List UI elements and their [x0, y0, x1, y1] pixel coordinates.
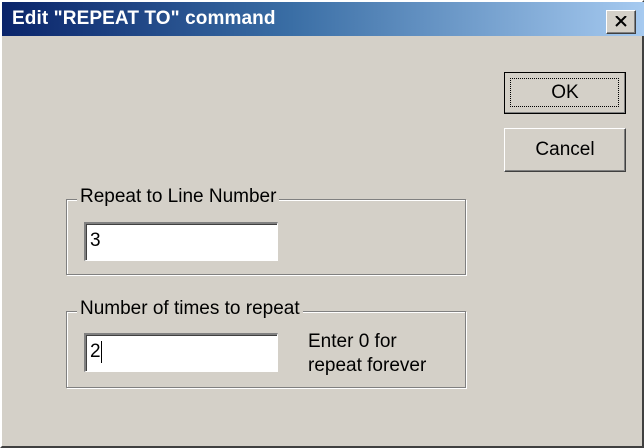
- repeat-line-label: Repeat to Line Number: [77, 186, 280, 208]
- edit-repeat-to-dialog: Edit "REPEAT TO" command OK Cancel Repea…: [0, 0, 644, 448]
- repeat-line-input[interactable]: 3: [84, 222, 278, 261]
- text-caret: [100, 341, 102, 363]
- cancel-button[interactable]: Cancel: [504, 128, 626, 172]
- repeat-times-label: Number of times to repeat: [77, 298, 303, 320]
- ok-button[interactable]: OK: [504, 72, 626, 114]
- dialog-title: Edit "REPEAT TO" command: [12, 8, 276, 29]
- repeat-times-value: 2: [90, 341, 101, 362]
- close-icon: [615, 16, 627, 27]
- repeat-line-value: 3: [90, 230, 101, 251]
- repeat-hint: Enter 0 for repeat forever: [308, 330, 458, 378]
- repeat-hint-line1: Enter 0 for: [308, 331, 397, 352]
- title-bar[interactable]: Edit "REPEAT TO" command: [2, 2, 644, 36]
- repeat-hint-line2: repeat forever: [308, 355, 427, 376]
- close-button[interactable]: [606, 10, 636, 34]
- repeat-times-input[interactable]: 2: [84, 333, 278, 372]
